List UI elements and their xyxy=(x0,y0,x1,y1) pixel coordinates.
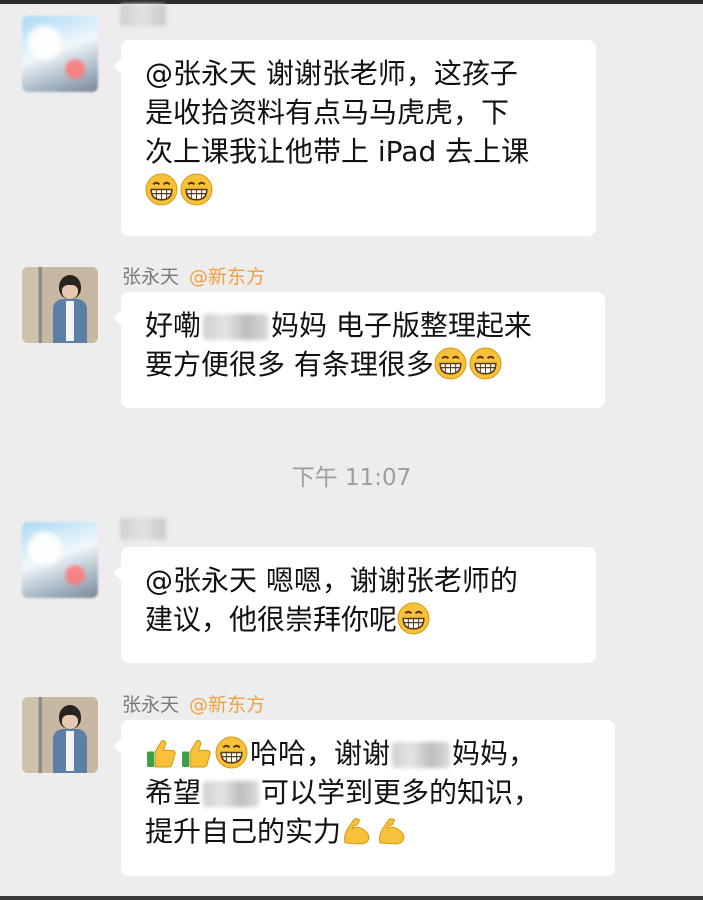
message-line: 次上课我让他带上 iPad 去上课 xyxy=(145,135,530,168)
sender-header: 张永天 @新东方 xyxy=(122,262,265,289)
window-bottom-edge xyxy=(0,896,703,900)
emoji-line xyxy=(145,171,576,210)
message-bubble[interactable]: @张永天 谢谢张老师，这孩子 是收拾资料有点马马虎虎，下 次上课我让他带上 iP… xyxy=(113,40,596,236)
grin-emoji-icon xyxy=(145,173,178,206)
avatar[interactable] xyxy=(22,697,98,773)
sender-org: @新东方 xyxy=(189,266,266,288)
sender-name[interactable]: 张永天 xyxy=(122,266,179,288)
message-bubble[interactable]: @张永天 嗯嗯，谢谢张老师的 建议，他很崇拜你呢 xyxy=(113,547,596,663)
redacted-name xyxy=(203,781,260,807)
sender-name-redacted xyxy=(120,518,166,540)
message-line: 好嘞 妈妈 电子版整理起来 xyxy=(145,306,585,345)
message-text: 妈妈， xyxy=(452,737,537,770)
message-line: 要方便很多 有条理很多 xyxy=(145,345,585,384)
grin-emoji-icon xyxy=(215,736,248,769)
thumbs-up-emoji-icon xyxy=(145,736,178,769)
avatar[interactable] xyxy=(22,16,98,92)
message-text: 提升自己的实力 xyxy=(145,815,342,848)
grin-emoji-icon xyxy=(469,347,502,380)
flexed-biceps-emoji-icon xyxy=(376,814,409,847)
message-text: 可以学到更多的知识， xyxy=(261,776,542,809)
sender-org: @新东方 xyxy=(189,694,266,716)
message-bubble[interactable]: 好嘞 妈妈 电子版整理起来 要方便很多 有条理很多 xyxy=(113,292,605,408)
message-bubble[interactable]: 哈哈，谢谢 妈妈， 希望 可以学到更多的知识， 提升自己的实力 xyxy=(113,720,615,876)
message-text: 哈哈，谢谢 xyxy=(250,737,391,770)
flexed-biceps-emoji-icon xyxy=(341,814,374,847)
sender-name[interactable]: 张永天 xyxy=(122,694,179,716)
avatar-person xyxy=(53,275,87,343)
message-line: 希望 可以学到更多的知识， xyxy=(145,773,595,812)
timestamp: 下午 11:07 xyxy=(291,465,412,491)
avatar-person xyxy=(53,705,87,773)
grin-emoji-icon xyxy=(434,347,467,380)
window-top-edge xyxy=(0,0,703,4)
message-text: 妈妈 电子版整理起来 xyxy=(271,309,532,342)
grin-emoji-icon xyxy=(397,602,430,635)
message-line: 建议，他很崇拜你呢 xyxy=(145,600,576,639)
grin-emoji-icon xyxy=(180,173,213,206)
message-text: 要方便很多 有条理很多 xyxy=(145,348,434,381)
message-line: 是收拾资料有点马马虎虎，下 xyxy=(145,96,510,129)
sender-header: 张永天 @新东方 xyxy=(122,690,265,717)
message-line: 哈哈，谢谢 妈妈， xyxy=(145,734,595,773)
message-text: 建议，他很崇拜你呢 xyxy=(145,603,398,636)
message-text: 希望 xyxy=(145,776,202,809)
message-line: @张永天 嗯嗯，谢谢张老师的 xyxy=(145,564,518,597)
message-text: 好嘞 xyxy=(145,309,202,342)
redacted-name xyxy=(203,314,270,340)
message-line: 提升自己的实力 xyxy=(145,812,595,851)
message-line: @张永天 谢谢张老师，这孩子 xyxy=(145,57,518,90)
thumbs-up-emoji-icon xyxy=(180,736,213,769)
sender-name-redacted xyxy=(120,4,166,26)
avatar[interactable] xyxy=(22,267,98,343)
redacted-name xyxy=(392,742,451,768)
avatar[interactable] xyxy=(22,522,98,598)
